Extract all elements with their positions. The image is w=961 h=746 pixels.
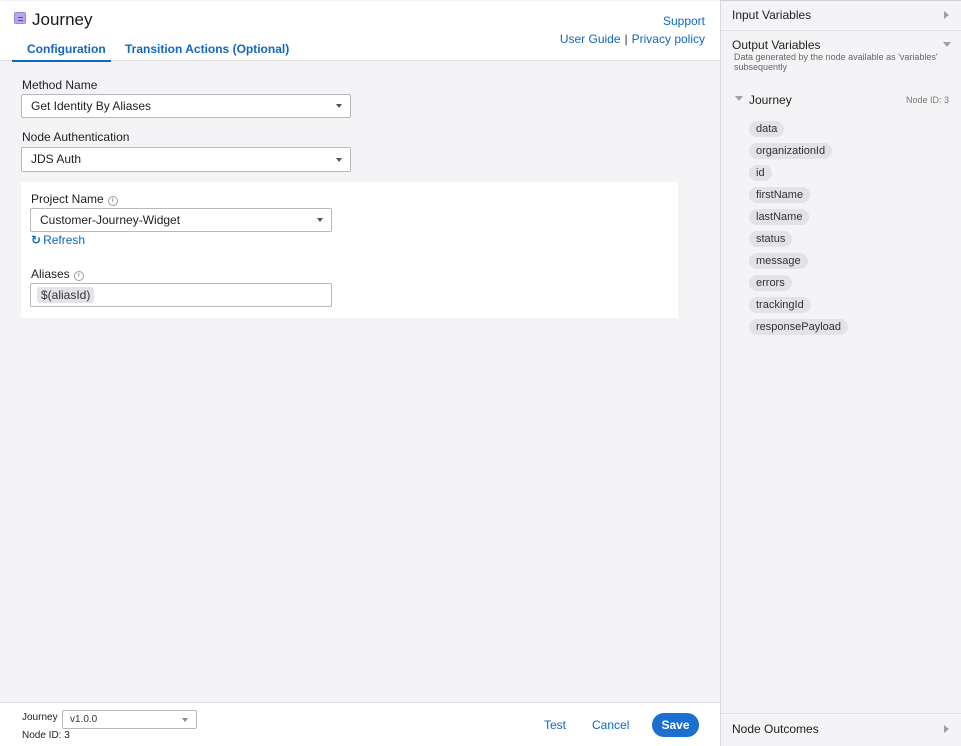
page-title: Journey (32, 10, 93, 29)
refresh-button[interactable]: ↻ Refresh (31, 233, 85, 247)
active-tab-indicator (12, 60, 111, 62)
journey-node-title[interactable]: Journey (749, 93, 792, 107)
project-name-label-text: Project Name (31, 192, 104, 206)
variable-chip[interactable]: trackingId (749, 297, 811, 313)
cancel-button[interactable]: Cancel (592, 718, 629, 732)
node-authentication-value: JDS Auth (31, 152, 82, 166)
variable-chip[interactable]: responsePayload (749, 319, 849, 335)
collapse-triangle-icon[interactable] (943, 42, 951, 47)
dropdown-caret-icon (182, 718, 188, 722)
method-name-select[interactable]: Get Identity By Aliases (21, 94, 351, 118)
expand-triangle-icon (944, 11, 949, 19)
project-name-value: Customer-Journey-Widget (40, 213, 181, 227)
test-button[interactable]: Test (544, 718, 566, 732)
variable-chip[interactable]: lastName (749, 209, 810, 225)
collapse-triangle-icon[interactable] (735, 96, 743, 101)
node-outcomes-section[interactable]: Node Outcomes (721, 713, 961, 746)
variable-chip[interactable]: data (749, 121, 785, 137)
method-name-value: Get Identity By Aliases (31, 99, 152, 113)
header: Journey Configuration Transition Actions… (0, 1, 720, 62)
aliases-label: Aliases i (31, 267, 84, 281)
variable-chip[interactable]: errors (749, 275, 792, 291)
info-icon[interactable]: i (107, 196, 118, 206)
variable-chip[interactable]: organizationId (749, 143, 833, 159)
user-guide-link[interactable]: User Guide (560, 32, 621, 46)
privacy-policy-link[interactable]: Privacy policy (632, 32, 705, 46)
main-panel: Journey Configuration Transition Actions… (0, 0, 720, 746)
version-select[interactable]: v1.0.0 (62, 710, 197, 729)
dropdown-caret-icon (336, 157, 342, 162)
footer-node-id: Node ID: 3 (22, 730, 70, 741)
version-value: v1.0.0 (70, 714, 98, 725)
alias-variable-chip[interactable]: $(aliasId) (37, 287, 95, 303)
output-variables-description: Data generated by the node available as … (734, 52, 938, 72)
journey-app-icon (14, 12, 26, 24)
aliases-label-text: Aliases (31, 267, 70, 281)
support-link[interactable]: Support (663, 14, 705, 28)
tab-configuration[interactable]: Configuration (27, 42, 106, 56)
project-name-select[interactable]: Customer-Journey-Widget (30, 208, 332, 232)
dropdown-caret-icon (317, 218, 323, 222)
refresh-label: Refresh (43, 233, 86, 247)
expand-triangle-icon (944, 725, 949, 733)
input-variables-title: Input Variables (732, 8, 812, 22)
input-variables-section[interactable]: Input Variables (721, 1, 961, 31)
link-separator: | (624, 32, 628, 46)
variable-chip[interactable]: firstName (749, 187, 811, 203)
info-icon[interactable]: i (73, 271, 84, 281)
variable-chip[interactable]: status (749, 231, 793, 247)
tab-transition-actions[interactable]: Transition Actions (Optional) (125, 42, 289, 56)
footer-node-label: Journey (22, 712, 58, 723)
footer: Journey v1.0.0 Node ID: 3 Test Cancel Sa… (0, 702, 720, 746)
variable-chip[interactable]: id (749, 165, 772, 181)
help-links: User Guide | Privacy policy (560, 32, 705, 46)
refresh-icon: ↻ (31, 233, 42, 247)
save-button[interactable]: Save (652, 713, 699, 737)
journey-node-id: Node ID: 3 (905, 95, 949, 105)
variables-side-panel: Input Variables Output Variables Data ge… (720, 1, 961, 746)
aliases-input[interactable]: $(aliasId) (30, 283, 332, 307)
project-name-label: Project Name i (31, 192, 118, 206)
variable-chip[interactable]: message (749, 253, 808, 269)
node-authentication-select[interactable]: JDS Auth (21, 147, 351, 172)
output-variables-title[interactable]: Output Variables (732, 38, 821, 52)
node-outcomes-title: Node Outcomes (732, 722, 819, 736)
dropdown-caret-icon (336, 104, 342, 108)
method-name-label: Method Name (22, 78, 98, 92)
node-authentication-label: Node Authentication (22, 130, 130, 144)
